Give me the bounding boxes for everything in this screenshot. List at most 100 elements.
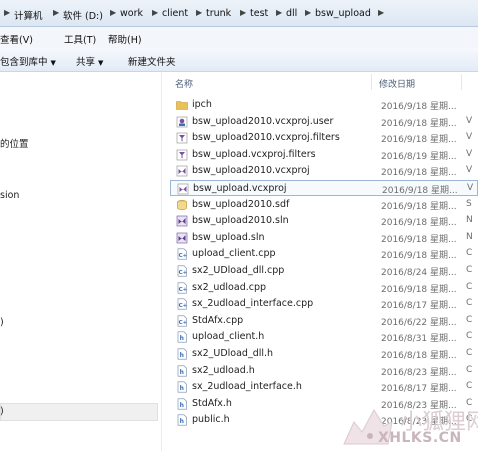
file-row[interactable]: ipch 2016/9/18 星期... xyxy=(170,97,478,113)
command-toolbar: 包含到库中 ▼ 共享 ▼ 新建文件夹 xyxy=(0,48,478,72)
cpp-file-icon: C+ xyxy=(176,265,188,277)
file-date: 2016/8/18 星期... xyxy=(381,351,457,361)
watermark-url-text: XHLKS.CN xyxy=(378,430,462,446)
header-file-icon: h xyxy=(176,365,188,377)
breadcrumb-chevron-icon[interactable]: ▶ xyxy=(110,8,116,17)
file-name: StdAfx.h xyxy=(192,397,232,409)
breadcrumb-item-test[interactable]: test xyxy=(250,8,268,19)
nav-selected-item[interactable] xyxy=(0,403,158,421)
file-row[interactable]: C+ sx2_udload.cpp 2016/9/18 星期... C xyxy=(170,280,478,296)
file-row[interactable]: bsw_upload2010.sdf 2016/9/18 星期... S xyxy=(170,197,478,213)
column-header-name[interactable]: 名称 xyxy=(175,77,193,90)
file-date: 2016/8/24 星期... xyxy=(381,268,457,278)
breadcrumb-item-computer[interactable]: 计算机 xyxy=(14,8,43,22)
new-folder-button[interactable]: 新建文件夹 xyxy=(128,54,176,68)
file-date: 2016/9/18 星期... xyxy=(381,168,457,179)
file-date: 2016/8/17 星期... xyxy=(381,301,457,312)
file-row[interactable]: bsw_upload2010.vcxproj.filters 2016/9/18 … xyxy=(170,130,478,146)
header-file-icon: h xyxy=(176,414,188,426)
breadcrumb-item-bsw-upload[interactable]: bsw_upload xyxy=(315,8,371,19)
file-name: bsw_upload2010.vcxproj xyxy=(192,165,310,177)
vs-user-file-icon xyxy=(176,116,188,128)
share-button[interactable]: 共享 ▼ xyxy=(76,54,103,68)
nav-item-drive-d[interactable]: ) xyxy=(0,406,4,417)
file-name: sx_2udload_interface.h xyxy=(192,381,302,393)
breadcrumb-chevron-icon[interactable]: ▶ xyxy=(276,8,282,17)
file-row[interactable]: C+ upload_client.cpp 2016/9/18 星期... C xyxy=(170,246,478,262)
breadcrumb-item-drive[interactable]: 软件 (D:) xyxy=(63,8,103,22)
nav-item-drive-c[interactable]: ) xyxy=(0,317,4,328)
vs-filters-file-icon xyxy=(176,132,188,144)
menu-tools[interactable]: 工具(T) xyxy=(64,32,96,46)
file-type-truncated: S xyxy=(466,198,472,209)
vs-solution-file-icon xyxy=(176,232,188,244)
share-label: 共享 xyxy=(76,57,96,68)
file-type-truncated: C xyxy=(466,364,473,375)
breadcrumb-chevron-icon[interactable]: ▶ xyxy=(240,8,246,17)
breadcrumb-chevron-icon[interactable]: ▶ xyxy=(152,8,158,17)
vs-filters-file-icon xyxy=(176,149,188,161)
cpp-file-icon: C+ xyxy=(176,248,188,260)
file-type-truncated: C xyxy=(466,381,473,392)
file-row[interactable]: bsw_upload.vcxproj 2016/9/18 星期... V xyxy=(170,180,478,196)
file-name: bsw_upload.vcxproj xyxy=(193,183,287,194)
file-type-truncated: V xyxy=(466,148,473,159)
nav-item-recent-places[interactable]: 的位置 xyxy=(0,136,29,150)
cpp-file-icon: C+ xyxy=(176,298,188,310)
breadcrumb-item-client[interactable]: client xyxy=(162,8,188,19)
include-in-library-button[interactable]: 包含到库中 ▼ xyxy=(0,54,56,68)
menu-view[interactable]: 查看(V) xyxy=(0,32,33,46)
breadcrumb-chevron-icon[interactable]: ▶ xyxy=(196,8,202,17)
file-row[interactable]: h upload_client.h 2016/8/31 星期... C xyxy=(170,329,478,345)
chevron-down-icon: ▼ xyxy=(98,59,104,67)
file-row[interactable]: bsw_upload2010.sln 2016/9/18 星期... N xyxy=(170,213,478,229)
file-type-truncated: V xyxy=(466,132,473,143)
file-name: bsw_upload.vcxproj.filters xyxy=(192,148,316,160)
breadcrumb-chevron-icon[interactable]: ▶ xyxy=(53,8,59,17)
address-bar[interactable]: ▶ 计算机 ▶ 软件 (D:) ▶ work ▶ client ▶ trunk … xyxy=(0,0,478,27)
breadcrumb-item-dll[interactable]: dll xyxy=(286,8,297,19)
file-type-truncated: C xyxy=(466,348,473,358)
header-file-icon: h xyxy=(176,381,188,393)
file-name: sx2_UDload_dll.cpp xyxy=(192,265,285,276)
menu-bar: 查看(V) 工具(T) 帮助(H) xyxy=(0,27,478,48)
file-type-truncated: V xyxy=(466,115,473,126)
svg-text:C+: C+ xyxy=(179,253,188,259)
file-date: 2016/9/18 星期... xyxy=(381,251,457,262)
file-name: upload_client.h xyxy=(192,331,265,343)
file-row[interactable]: C+ StdAfx.cpp 2016/6/22 星期... C xyxy=(170,313,478,329)
nav-item-sion[interactable]: sion xyxy=(0,190,19,201)
file-row[interactable]: h sx2_udload.h 2016/8/23 星期... C xyxy=(170,363,478,379)
file-type-truncated: V xyxy=(466,165,473,176)
file-row[interactable]: C+ sx2_UDload_dll.cpp 2016/8/24 星期... C xyxy=(170,263,478,279)
column-divider[interactable] xyxy=(461,74,462,90)
file-name: bsw_upload2010.sln xyxy=(192,215,289,227)
file-name: public.h xyxy=(192,414,230,426)
breadcrumb-item-trunk[interactable]: trunk xyxy=(206,8,231,19)
cpp-file-icon: C+ xyxy=(176,315,188,327)
menu-help[interactable]: 帮助(H) xyxy=(108,32,142,46)
file-row[interactable]: bsw_upload.vcxproj.filters 2016/8/19 星期..… xyxy=(170,147,478,163)
file-date: 2016/9/18 星期... xyxy=(381,234,457,245)
file-row[interactable]: bsw_upload.sln 2016/9/18 星期... N xyxy=(170,230,478,246)
breadcrumb-chevron-icon[interactable]: ▶ xyxy=(305,8,311,17)
file-date: 2016/6/22 星期... xyxy=(381,317,457,328)
include-in-library-label: 包含到库中 xyxy=(0,57,48,68)
file-row[interactable]: h sx2_UDload_dll.h 2016/8/18 星期... C xyxy=(170,346,478,362)
cpp-file-icon: C+ xyxy=(176,282,188,294)
column-divider[interactable] xyxy=(371,74,372,90)
svg-text:C+: C+ xyxy=(179,320,188,326)
header-file-icon: h xyxy=(176,331,188,343)
file-row[interactable]: C+ sx_2udload_interface.cpp 2016/8/17 星期..… xyxy=(170,296,478,312)
column-header-date[interactable]: 修改日期 xyxy=(379,77,415,90)
file-row[interactable]: bsw_upload2010.vcxproj.user 2016/9/18 星期.… xyxy=(170,114,478,130)
file-name: sx2_udload.h xyxy=(192,364,255,376)
breadcrumb-chevron-icon[interactable]: ▶ xyxy=(4,8,10,17)
navigation-pane[interactable]: 的位置 sion ) ) xyxy=(0,72,162,451)
breadcrumb-item-work[interactable]: work xyxy=(120,8,143,19)
breadcrumb-chevron-icon[interactable]: ▶ xyxy=(378,8,384,17)
file-row[interactable]: bsw_upload2010.vcxproj 2016/9/18 星期... V xyxy=(170,163,478,179)
column-header-row: 名称 修改日期 xyxy=(165,72,478,92)
svg-text:h: h xyxy=(180,402,184,409)
svg-text:h: h xyxy=(180,418,184,425)
